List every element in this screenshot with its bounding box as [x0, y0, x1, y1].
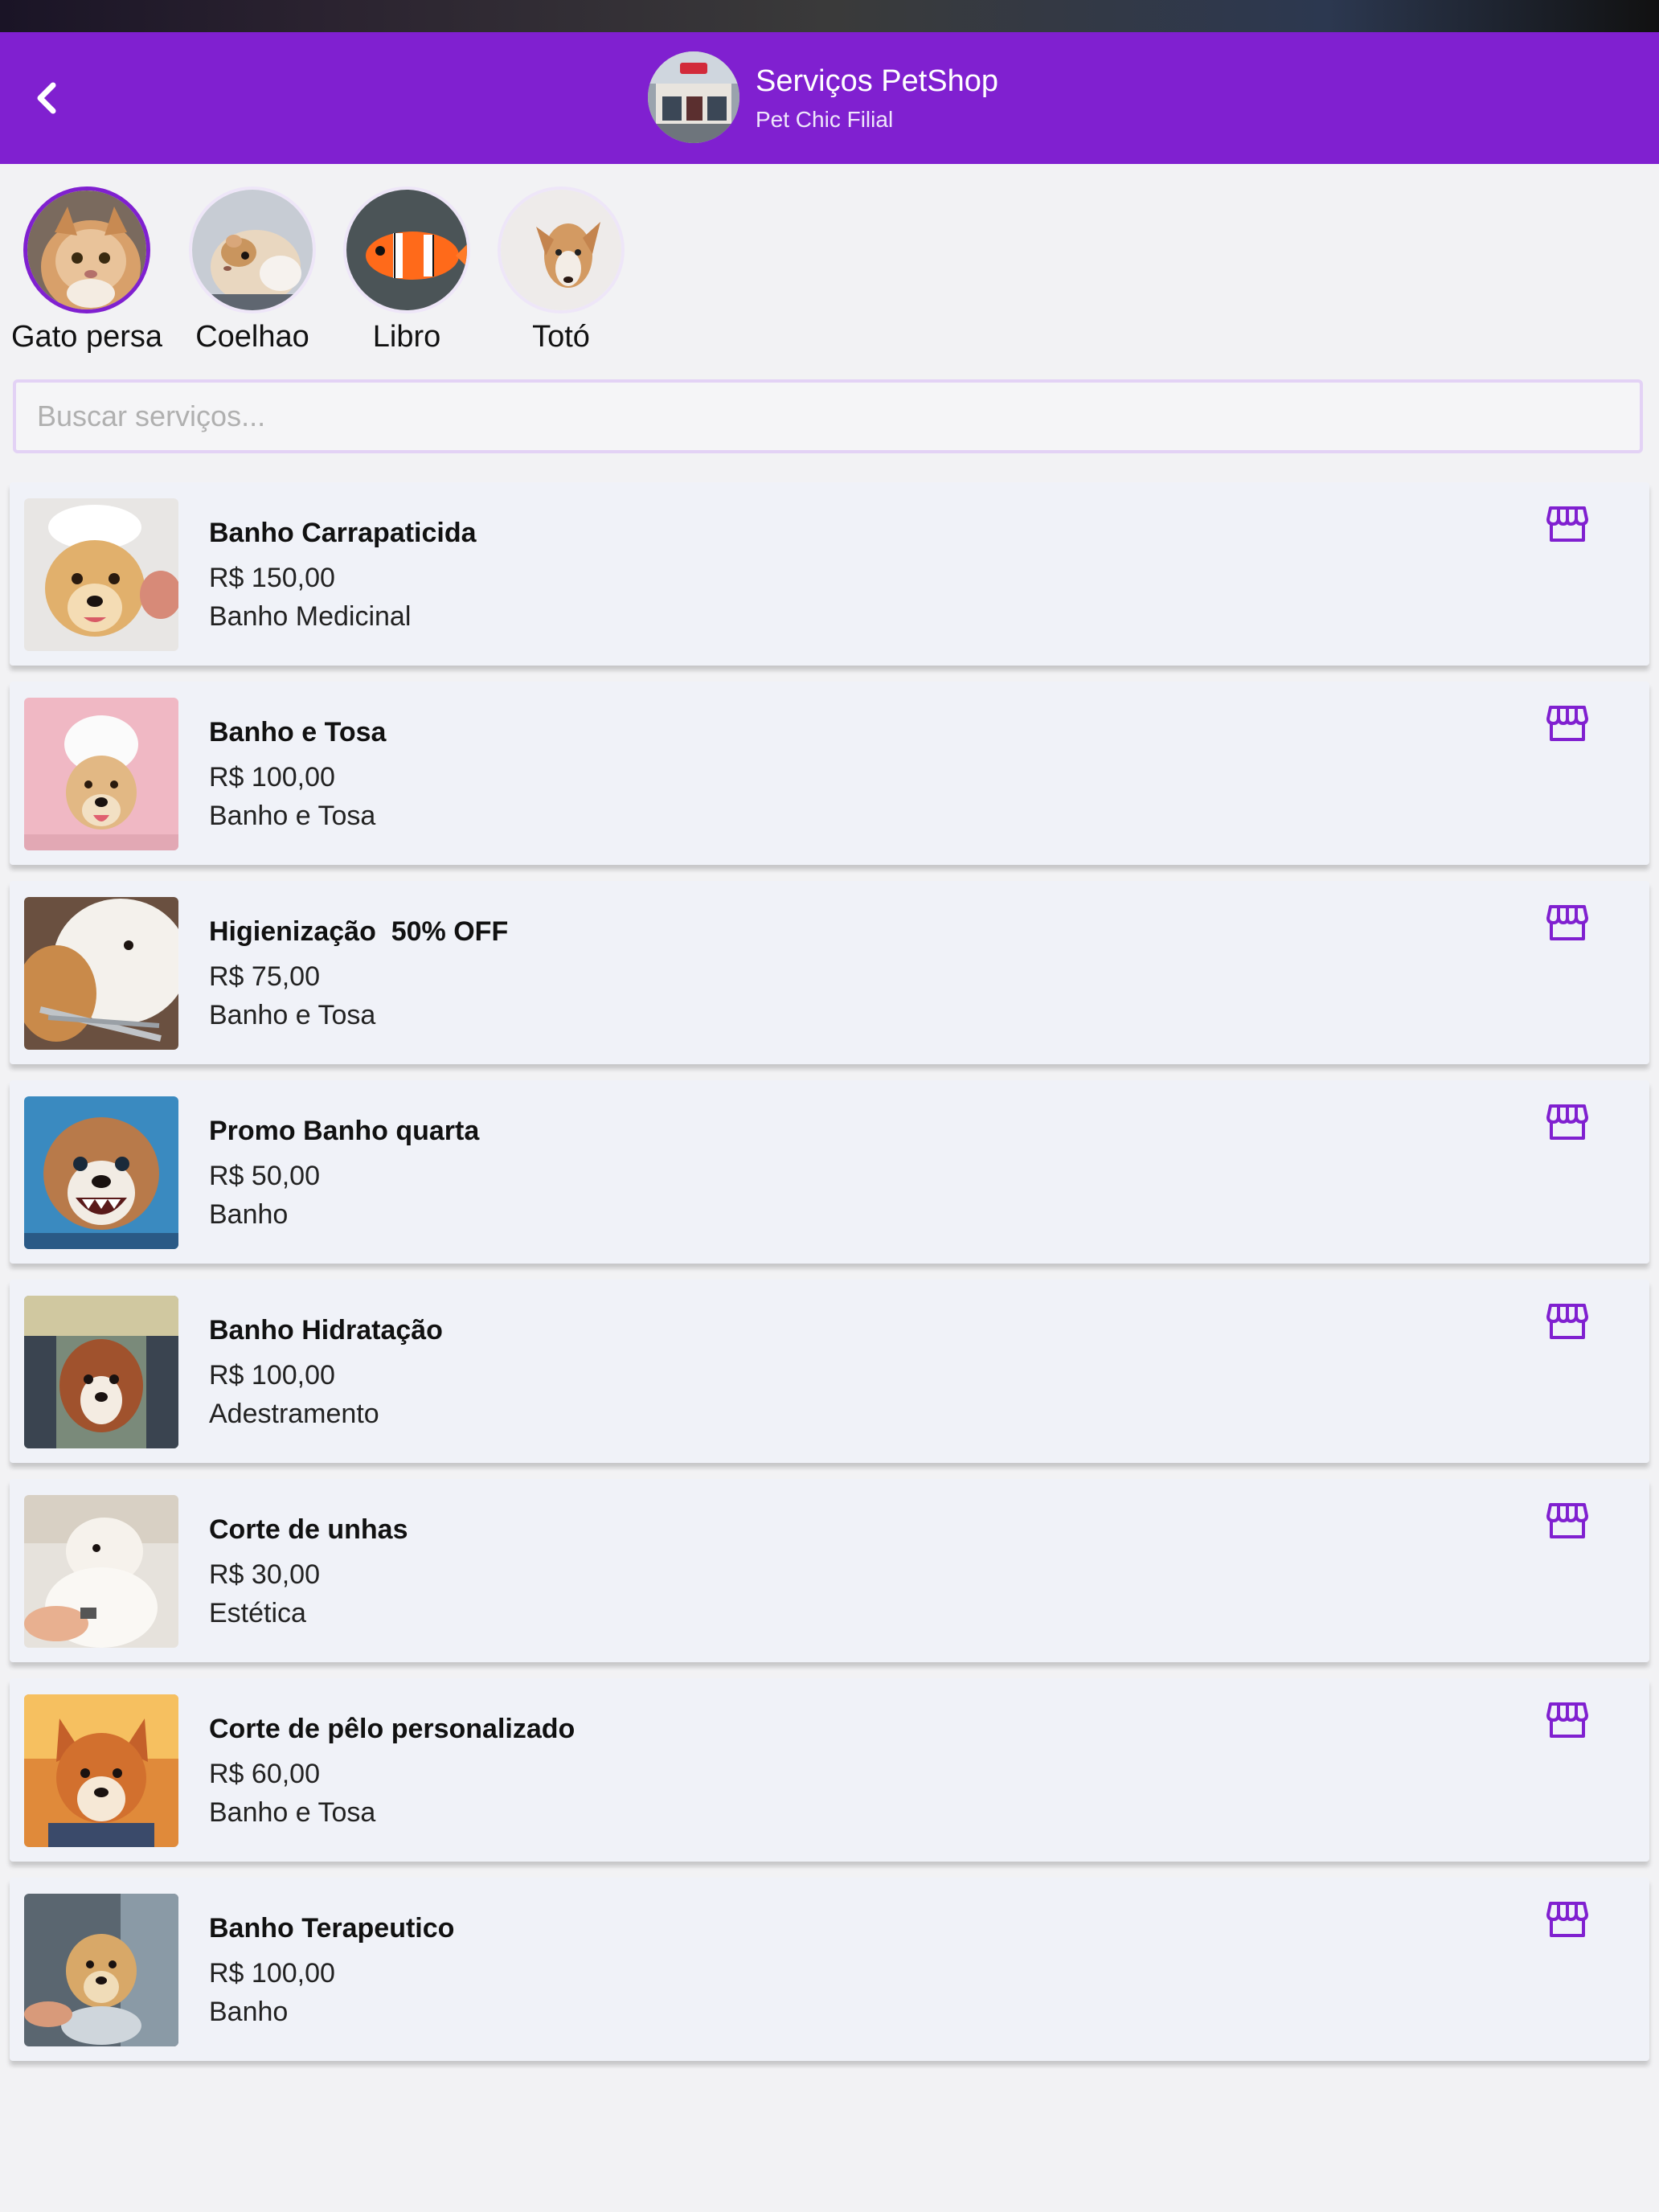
pet-name: Libro: [372, 320, 441, 354]
store-button[interactable]: [1545, 1498, 1590, 1543]
store-icon: [1546, 704, 1588, 743]
search-input[interactable]: [13, 379, 1643, 453]
service-image: [24, 698, 178, 850]
pet-item-libro[interactable]: Libro: [326, 183, 487, 360]
store-button[interactable]: [1545, 1100, 1590, 1145]
pet-item-coelhao[interactable]: Coelhao: [172, 183, 333, 360]
service-image: [24, 1296, 178, 1448]
service-category: Banho e Tosa: [209, 1797, 376, 1828]
service-price: R$ 30,00: [209, 1559, 320, 1590]
service-price: R$ 60,00: [209, 1759, 320, 1789]
pet-avatar: [189, 186, 316, 313]
service-image: [24, 1096, 178, 1249]
service-category: Banho: [209, 1199, 289, 1230]
pet-name: Gato persa: [11, 320, 162, 354]
service-name: Banho Hidratação: [209, 1315, 443, 1346]
service-image: [24, 498, 178, 651]
service-name: Corte de pêlo personalizado: [209, 1714, 576, 1744]
service-category: Banho: [209, 1997, 289, 2027]
pet-item-toto[interactable]: Totó: [481, 183, 641, 360]
service-card[interactable]: Corte de unhas R$ 30,00 Estética: [10, 1479, 1649, 1662]
service-list: Banho Carrapaticida R$ 150,00 Banho Medi…: [10, 482, 1649, 2077]
service-category: Banho e Tosa: [209, 1000, 376, 1030]
service-card[interactable]: Banho e Tosa R$ 100,00 Banho e Tosa: [10, 682, 1649, 865]
store-name: Pet Chic Filial: [756, 107, 894, 132]
status-bar: [0, 0, 1659, 32]
store-button[interactable]: [1545, 1698, 1590, 1743]
service-price: R$ 100,00: [209, 1958, 335, 1989]
store-icon: [1546, 1501, 1588, 1540]
chevron-left-icon: [32, 79, 61, 117]
service-name: Higienização 50% OFF: [209, 916, 509, 947]
page-title: Serviços PetShop: [756, 64, 999, 98]
store-button[interactable]: [1545, 502, 1590, 547]
service-price: R$ 50,00: [209, 1161, 320, 1191]
pet-name: Totó: [532, 320, 590, 354]
service-price: R$ 100,00: [209, 1360, 335, 1391]
service-name: Banho e Tosa: [209, 717, 387, 748]
service-price: R$ 150,00: [209, 563, 335, 593]
service-card[interactable]: Banho Carrapaticida R$ 150,00 Banho Medi…: [10, 482, 1649, 666]
service-card[interactable]: Promo Banho quarta R$ 50,00 Banho: [10, 1080, 1649, 1264]
service-category: Estética: [209, 1598, 306, 1628]
service-name: Banho Carrapaticida: [209, 518, 477, 548]
store-icon: [1546, 903, 1588, 942]
service-name: Promo Banho quarta: [209, 1116, 480, 1146]
service-image: [24, 1495, 178, 1648]
service-category: Banho e Tosa: [209, 801, 376, 831]
service-category: Banho Medicinal: [209, 601, 412, 632]
service-price: R$ 100,00: [209, 762, 335, 793]
service-name: Banho Terapeutico: [209, 1913, 455, 1944]
store-button[interactable]: [1545, 1299, 1590, 1344]
store-icon: [1546, 1900, 1588, 1939]
service-price: R$ 75,00: [209, 961, 320, 992]
pet-avatar: [343, 186, 470, 313]
store-avatar: [648, 51, 739, 143]
store-icon: [1546, 1701, 1588, 1739]
store-button[interactable]: [1545, 701, 1590, 746]
service-card[interactable]: Corte de pêlo personalizado R$ 60,00 Ban…: [10, 1678, 1649, 1862]
store-icon: [1546, 1302, 1588, 1341]
service-image: [24, 897, 178, 1050]
back-button[interactable]: [23, 74, 71, 122]
store-icon: [1546, 505, 1588, 543]
service-image: [24, 1694, 178, 1847]
service-image: [24, 1894, 178, 2046]
pet-name: Coelhao: [195, 320, 309, 354]
store-icon: [1546, 1103, 1588, 1141]
app-header: Serviços PetShop Pet Chic Filial: [0, 32, 1659, 164]
service-card[interactable]: Banho Terapeutico R$ 100,00 Banho: [10, 1878, 1649, 2061]
pet-selector: Gato persa Coelhao Libro Totó: [0, 183, 1659, 360]
service-card[interactable]: Higienização 50% OFF R$ 75,00 Banho e To…: [10, 881, 1649, 1064]
service-name: Corte de unhas: [209, 1514, 408, 1545]
service-category: Adestramento: [209, 1399, 379, 1429]
pet-item-gato-persa[interactable]: Gato persa: [6, 183, 167, 360]
pet-avatar: [23, 186, 150, 313]
service-card[interactable]: Banho Hidratação R$ 100,00 Adestramento: [10, 1280, 1649, 1463]
pet-avatar: [498, 186, 625, 313]
store-button[interactable]: [1545, 1897, 1590, 1942]
store-button[interactable]: [1545, 900, 1590, 945]
